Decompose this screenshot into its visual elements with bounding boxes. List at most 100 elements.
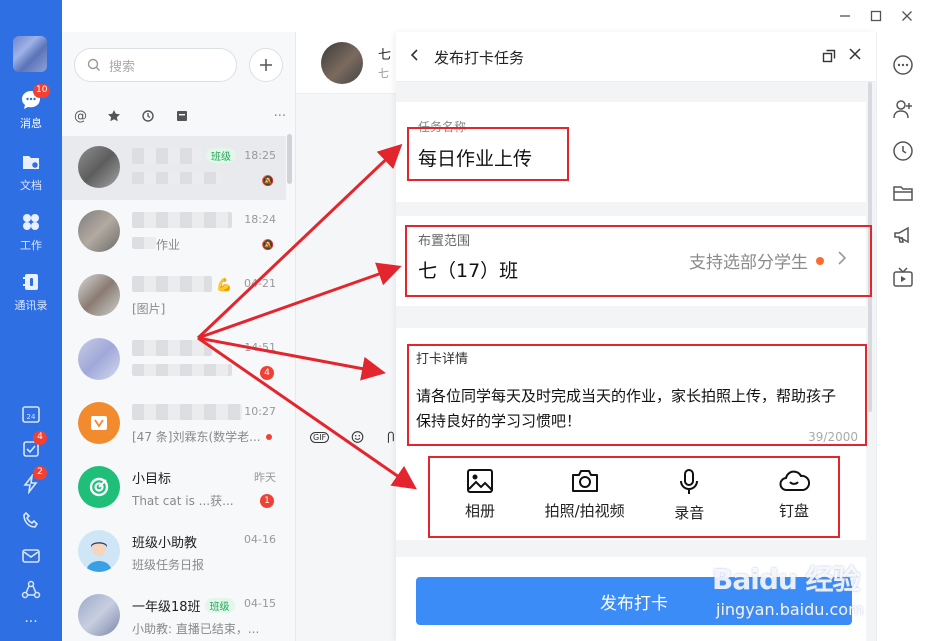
network-icon	[19, 578, 43, 602]
right-toolbar	[876, 32, 929, 641]
avatar	[78, 594, 120, 636]
publish-checkin-panel: 发布打卡任务 任务名称 每日作业上传 布置范围 七（17）班 支持选部分学生 打…	[396, 32, 876, 641]
nav-mail[interactable]	[0, 544, 62, 568]
panel-header: 发布打卡任务	[396, 32, 876, 82]
at-icon[interactable]: @	[74, 109, 87, 124]
live-tv-icon[interactable]	[892, 266, 914, 288]
lightning-icon: 2	[19, 466, 47, 496]
contacts-icon	[19, 270, 43, 294]
target-icon	[89, 477, 109, 497]
unread-dot	[266, 434, 272, 440]
emoji-icon[interactable]	[351, 429, 364, 445]
archive-icon[interactable]	[175, 109, 189, 123]
conversation-item[interactable]: 18:24 作业 🔕	[62, 200, 286, 264]
search-box[interactable]: 搜索	[74, 48, 237, 82]
nav-org[interactable]	[0, 578, 62, 602]
attach-icon[interactable]	[386, 429, 396, 445]
clock-icon[interactable]	[892, 140, 914, 162]
mute-icon: 🔕	[261, 240, 274, 251]
minimize-icon	[840, 15, 850, 17]
conversation-item[interactable]: 💪 04-21 [图片]	[62, 264, 286, 328]
nav-label: 通讯录	[14, 299, 48, 312]
nav-calendar[interactable]: 24	[0, 402, 62, 426]
conversation-time: 18:24	[244, 213, 276, 226]
calendar-icon: 24	[19, 402, 43, 426]
nav-item-messages[interactable]: 10 消息	[0, 84, 62, 131]
mute-icon: 🔕	[261, 176, 274, 187]
plus-icon	[260, 59, 272, 71]
conversation-snippet	[132, 172, 264, 187]
chevron-left-icon	[410, 49, 418, 61]
chat-subtitle: 七	[378, 67, 389, 80]
conversation-time: 18:25	[244, 149, 276, 162]
conversation-item[interactable]: 10:27 [47 条]刘霖东(数学老...	[62, 392, 286, 456]
search-icon	[87, 58, 100, 71]
conversation-name: 班级小助教	[132, 536, 198, 551]
conversation-time: 10:27	[244, 405, 276, 418]
chat-toolbar: GIF	[296, 422, 396, 452]
folder-icon[interactable]	[892, 182, 914, 204]
conversation-snippet: 作业	[132, 236, 264, 253]
more-icon[interactable]: ···	[274, 109, 286, 124]
conversation-time: 14:51	[244, 341, 276, 354]
star-icon[interactable]	[107, 109, 121, 123]
gif-icon[interactable]: GIF	[310, 431, 330, 443]
history-icon[interactable]	[141, 109, 155, 123]
nav-item-contacts[interactable]: 通讯录	[0, 270, 62, 313]
nav-label: 消息	[20, 117, 42, 130]
conversation-item[interactable]: 14:51 4	[62, 328, 286, 392]
conversation-time: 昨天	[254, 471, 276, 484]
nav-label: 工作	[20, 239, 42, 252]
conversation-name: 💪	[132, 276, 232, 293]
conversation-list: 搜索 @ ··· 班级 18:25 🔕 18:24 作业 🔕 💪 04-21 […	[62, 32, 296, 641]
nav-phone[interactable]	[0, 508, 62, 532]
maximize-button[interactable]	[866, 6, 886, 26]
nav-flash[interactable]: 2	[0, 466, 62, 496]
megaphone-icon[interactable]	[892, 224, 914, 246]
person-icon	[86, 542, 112, 572]
chat-header: 七 七	[296, 32, 396, 94]
panel-title: 发布打卡任务	[434, 49, 525, 67]
chat-area	[296, 32, 396, 641]
add-button[interactable]	[249, 48, 283, 82]
user-avatar[interactable]	[13, 36, 47, 72]
chat-title: 七	[378, 48, 392, 63]
conversation-item[interactable]: 班级 18:25 🔕	[62, 136, 286, 200]
popout-button[interactable]	[822, 49, 836, 63]
window-close-button[interactable]	[897, 6, 917, 26]
nav-more[interactable]: ···	[0, 614, 62, 630]
minimize-button[interactable]	[835, 6, 855, 26]
chat-avatar	[321, 42, 363, 84]
search-placeholder: 搜索	[109, 59, 136, 75]
add-member-icon[interactable]	[892, 98, 914, 120]
more-circle-icon[interactable]	[892, 54, 914, 76]
conversation-snippet: 班级任务日报	[132, 558, 205, 572]
tasks-badge: 4	[33, 431, 47, 445]
nav-tasks[interactable]: 4	[0, 431, 62, 461]
conversation-snippet: [47 条]刘霖东(数学老...	[132, 430, 261, 444]
back-button[interactable]	[408, 47, 422, 63]
conversation-name: 小目标	[132, 472, 172, 487]
flash-badge: 2	[33, 466, 47, 480]
nav-item-work[interactable]: 工作	[0, 210, 62, 253]
filter-bar: @ ···	[74, 106, 286, 126]
checkbox-icon: 4	[19, 431, 47, 461]
conversation-item[interactable]: 小目标 昨天 That cat is ...获... 1	[62, 456, 286, 520]
list-scrollbar[interactable]	[287, 134, 292, 184]
publish-button[interactable]: 发布打卡	[416, 577, 852, 625]
avatar	[78, 466, 120, 508]
unread-badge: 1	[260, 494, 274, 508]
conversation-snippet	[132, 364, 264, 379]
conversation-time: 04-16	[244, 533, 276, 546]
conversation-name: 一年级18班 班级	[132, 596, 235, 615]
nav-item-docs[interactable]: 文档	[0, 150, 62, 193]
close-icon	[902, 11, 912, 21]
avatar	[78, 530, 120, 572]
message-icon: 10	[19, 84, 51, 112]
panel-close-button[interactable]	[848, 47, 862, 61]
conversation-item[interactable]: 一年级18班 班级 04-15 小助教: 直播已结束，...	[62, 584, 286, 641]
title-bar	[62, 0, 929, 32]
conversation-name: 班级	[132, 148, 236, 165]
conversation-time: 04-21	[244, 277, 276, 290]
conversation-item[interactable]: 班级小助教 04-16 班级任务日报	[62, 520, 286, 584]
